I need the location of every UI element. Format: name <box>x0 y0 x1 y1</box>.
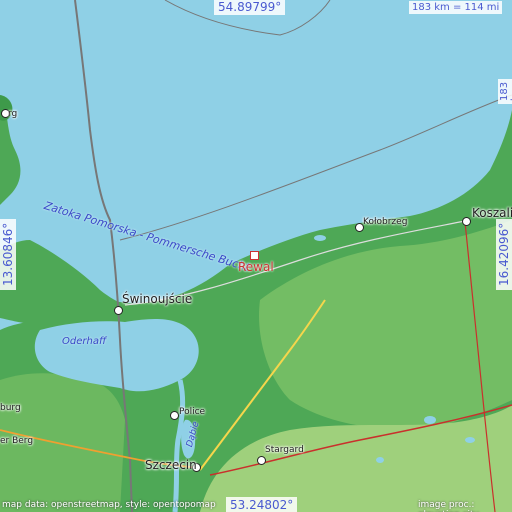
coord-top: 54.89799° <box>214 0 286 15</box>
city-label-szczecin: Szczecin <box>145 458 197 472</box>
attribution-right: image proc.: elevation.city <box>418 500 479 512</box>
city-label-swinoujscie: Świnoujście <box>122 292 193 306</box>
city-label-burg: burg <box>0 403 21 413</box>
scale-horizontal: 183 km = 114 mi <box>409 1 503 14</box>
city-label-police: Police <box>179 407 206 417</box>
city-label-kolobrzeg: Kołobrzeg <box>363 217 408 227</box>
city-dot-police <box>170 411 179 420</box>
city-dot-stargard <box>257 456 266 465</box>
lagoon-label: Oderhaff <box>62 336 107 347</box>
coord-bottom: 53.24802° <box>226 497 298 512</box>
target-marker-icon[interactable] <box>250 251 259 260</box>
coord-left: 13.60846° <box>0 218 16 290</box>
coord-right: 16.42096° <box>496 218 512 290</box>
map-view[interactable]: 54.89799° 53.24802° 13.60846° 16.42096° … <box>0 0 512 512</box>
city-dot-koszalin <box>462 217 471 226</box>
target-label[interactable]: Rewal <box>238 261 274 273</box>
city-label-bergen: rg <box>8 109 18 119</box>
city-label-stargard: Stargard <box>265 445 304 455</box>
city-dot-swinoujscie <box>114 306 123 315</box>
scale-vertical: 183 km = 114 mi <box>498 78 512 104</box>
city-label-koszalin: Koszali <box>472 206 512 220</box>
city-label-berg: er Berg <box>0 436 34 446</box>
attribution-left: map data: openstreetmap, style: opentopo… <box>2 500 216 510</box>
